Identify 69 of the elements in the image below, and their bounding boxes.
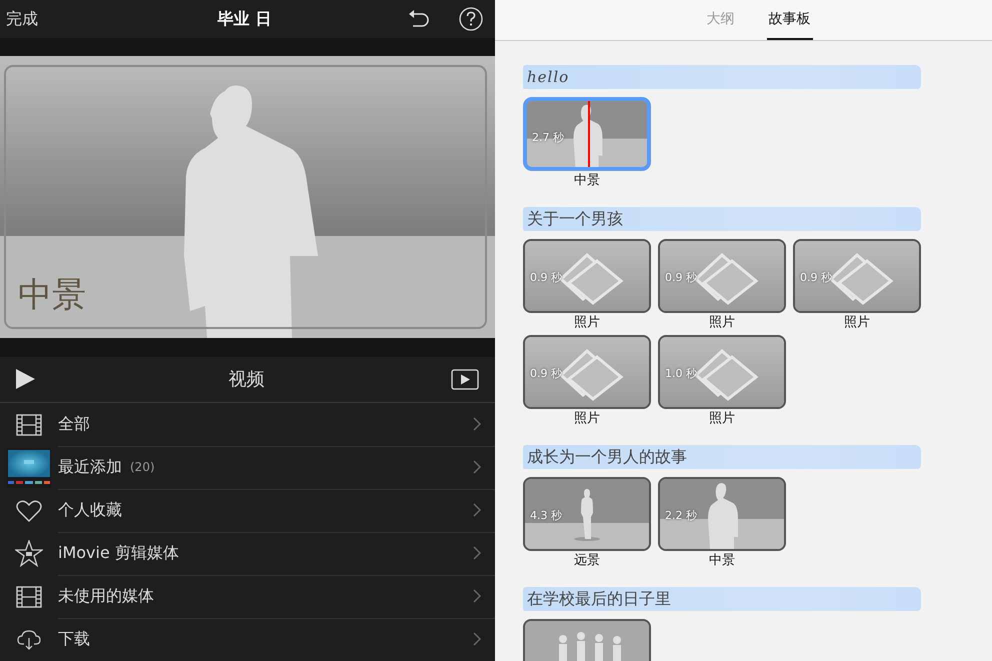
- film-icon: [16, 414, 42, 436]
- clip-duration: 4.3 秒: [530, 508, 562, 523]
- help-icon[interactable]: [459, 7, 483, 32]
- clip-label: 照片: [844, 315, 870, 331]
- photos-icon: [795, 241, 919, 311]
- photos-icon: [525, 241, 649, 311]
- clip-duration: 2.2 秒: [665, 508, 697, 523]
- heart-icon: [16, 500, 42, 522]
- tab[interactable]: 故事板: [766, 0, 812, 40]
- done-button[interactable]: 完成: [6, 8, 38, 30]
- project-title: 毕业 日: [218, 8, 272, 30]
- clip-label: 中景: [709, 553, 735, 569]
- person-icon: [525, 479, 649, 549]
- preview-play-icon[interactable]: [451, 368, 479, 390]
- section-title: hello: [523, 65, 921, 89]
- photos-icon: [660, 241, 784, 311]
- clip-label: 照片: [709, 411, 735, 427]
- media-title: 视频: [228, 368, 264, 392]
- chevron-icon: [473, 417, 481, 432]
- media-list-item[interactable]: 个人收藏: [0, 489, 495, 532]
- chevron-icon: [473, 503, 481, 518]
- item-count: (20): [130, 460, 155, 474]
- media-list-item[interactable]: 最近添加 (20): [0, 446, 495, 490]
- clip-label: 照片: [574, 411, 600, 427]
- chevron-icon: [473, 632, 481, 646]
- photos-icon: [525, 337, 649, 407]
- undo-icon[interactable]: [407, 9, 431, 30]
- clip-label: 照片: [574, 315, 600, 331]
- clip-duration: 0.9 秒: [665, 270, 697, 285]
- clip-label: 中景: [574, 173, 600, 189]
- clip-thumbnail[interactable]: 4.3 秒: [523, 477, 651, 551]
- tab[interactable]: 大纲: [704, 0, 736, 40]
- clip-label: 远景: [574, 553, 600, 569]
- clip-thumbnail[interactable]: 0.9 秒: [793, 239, 921, 313]
- chevron-icon: [473, 546, 481, 560]
- media-list-item[interactable]: 全部: [0, 403, 495, 446]
- star-icon: [15, 540, 43, 568]
- clip-label: 照片: [709, 315, 735, 331]
- media-list-item[interactable]: 未使用的媒体: [0, 575, 495, 618]
- person-icon: [527, 101, 647, 167]
- clip-duration: 1.0 秒: [665, 366, 697, 381]
- item-label: 最近添加: [58, 456, 122, 478]
- section-title: 成长为一个男人的故事: [523, 445, 921, 469]
- clip-thumbnail[interactable]: 2.7 秒: [523, 97, 651, 171]
- section-title: 关于一个男孩: [523, 207, 921, 231]
- item-label: 个人收藏: [58, 500, 122, 521]
- clip-thumbnail[interactable]: 1.0 秒: [658, 335, 786, 409]
- clip-duration: 0.9 秒: [530, 270, 562, 285]
- section-title: 在学校最后的日子里: [523, 587, 921, 611]
- photos-icon: [660, 337, 784, 407]
- film-icon: [16, 586, 42, 608]
- clip-thumbnail[interactable]: 0.9 秒: [658, 239, 786, 313]
- clip-thumbnail[interactable]: 0.9 秒: [523, 335, 651, 409]
- item-label: 未使用的媒体: [58, 586, 154, 607]
- clip-duration: 0.9 秒: [530, 366, 562, 381]
- clip-thumbnail[interactable]: 2.2 秒: [658, 477, 786, 551]
- cloud-download-icon: [17, 630, 41, 650]
- chevron-icon: [473, 589, 481, 604]
- clip-duration: 2.7 秒: [532, 130, 564, 145]
- media-list-item[interactable]: iMovie 剪辑媒体: [0, 532, 495, 576]
- clip-duration: 0.9 秒: [800, 270, 832, 285]
- chevron-icon: [473, 460, 481, 474]
- shot-caption: 中景: [18, 274, 86, 318]
- item-label: 全部: [58, 414, 90, 435]
- clip-thumbnail[interactable]: 0.9 秒: [523, 239, 651, 313]
- item-label: iMovie 剪辑媒体: [58, 542, 179, 564]
- item-label: 下载: [58, 628, 90, 650]
- person-icon: [660, 479, 784, 549]
- play-icon[interactable]: [14, 368, 36, 390]
